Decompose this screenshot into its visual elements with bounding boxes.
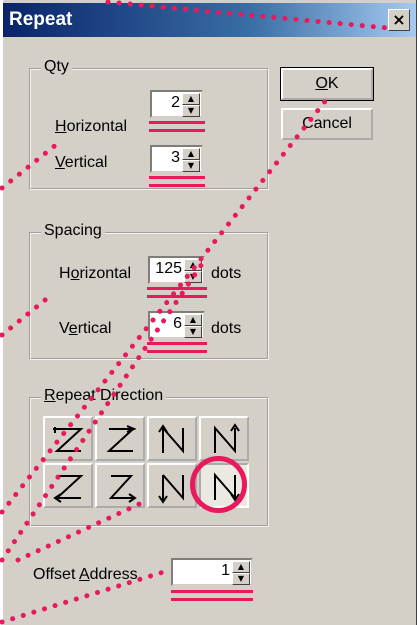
annotation-dotted-lines bbox=[0, 0, 391, 625]
